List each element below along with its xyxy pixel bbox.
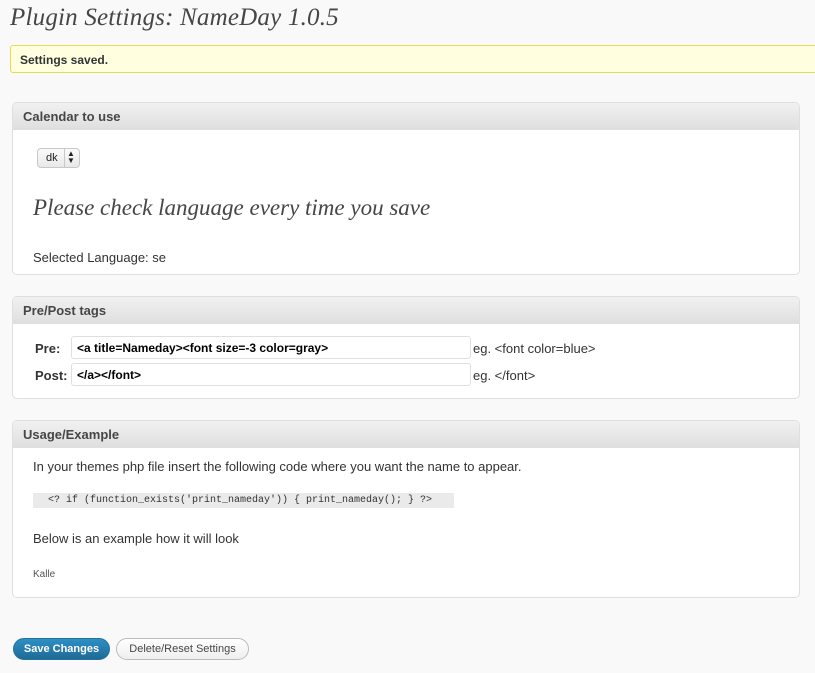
example-output: Kalle <box>33 569 56 580</box>
pre-tag-input[interactable] <box>71 336 471 359</box>
pre-label: Pre: <box>35 341 61 356</box>
post-example-text: eg. </font> <box>473 368 536 383</box>
example-intro-text: Below is an example how it will look <box>33 531 239 546</box>
reset-settings-button[interactable]: Delete/Reset Settings <box>116 638 249 660</box>
calendar-panel-header: Calendar to use <box>13 103 799 130</box>
calendar-select[interactable]: dk ▲ ▼ <box>37 148 80 168</box>
page-title: Plugin Settings: NameDay 1.0.5 <box>10 4 339 31</box>
notice-text: Settings saved. <box>20 53 109 67</box>
calendar-select-value: dk <box>46 152 58 164</box>
selected-language-text: Selected Language: se <box>33 250 166 265</box>
tags-panel: Pre/Post tags Pre: eg. <font color=blue>… <box>12 296 800 399</box>
settings-saved-notice: Settings saved. <box>10 45 815 73</box>
save-changes-button[interactable]: Save Changes <box>13 638 110 660</box>
pre-example-text: eg. <font color=blue> <box>473 341 596 356</box>
usage-panel: Usage/Example In your themes php file in… <box>12 420 800 598</box>
select-divider <box>64 149 65 167</box>
select-updown-icon: ▲ ▼ <box>67 149 75 165</box>
code-snippet: <? if (function_exists('print_nameday'))… <box>33 493 454 508</box>
post-tag-input[interactable] <box>71 363 471 386</box>
post-label: Post: <box>35 368 68 383</box>
tags-panel-header: Pre/Post tags <box>13 297 799 324</box>
calendar-panel: Calendar to use dk ▲ ▼ Please check langu… <box>12 102 800 275</box>
language-warning-heading: Please check language every time you sav… <box>33 195 431 220</box>
usage-panel-header: Usage/Example <box>13 421 799 448</box>
usage-instructions: In your themes php file insert the follo… <box>33 459 522 474</box>
